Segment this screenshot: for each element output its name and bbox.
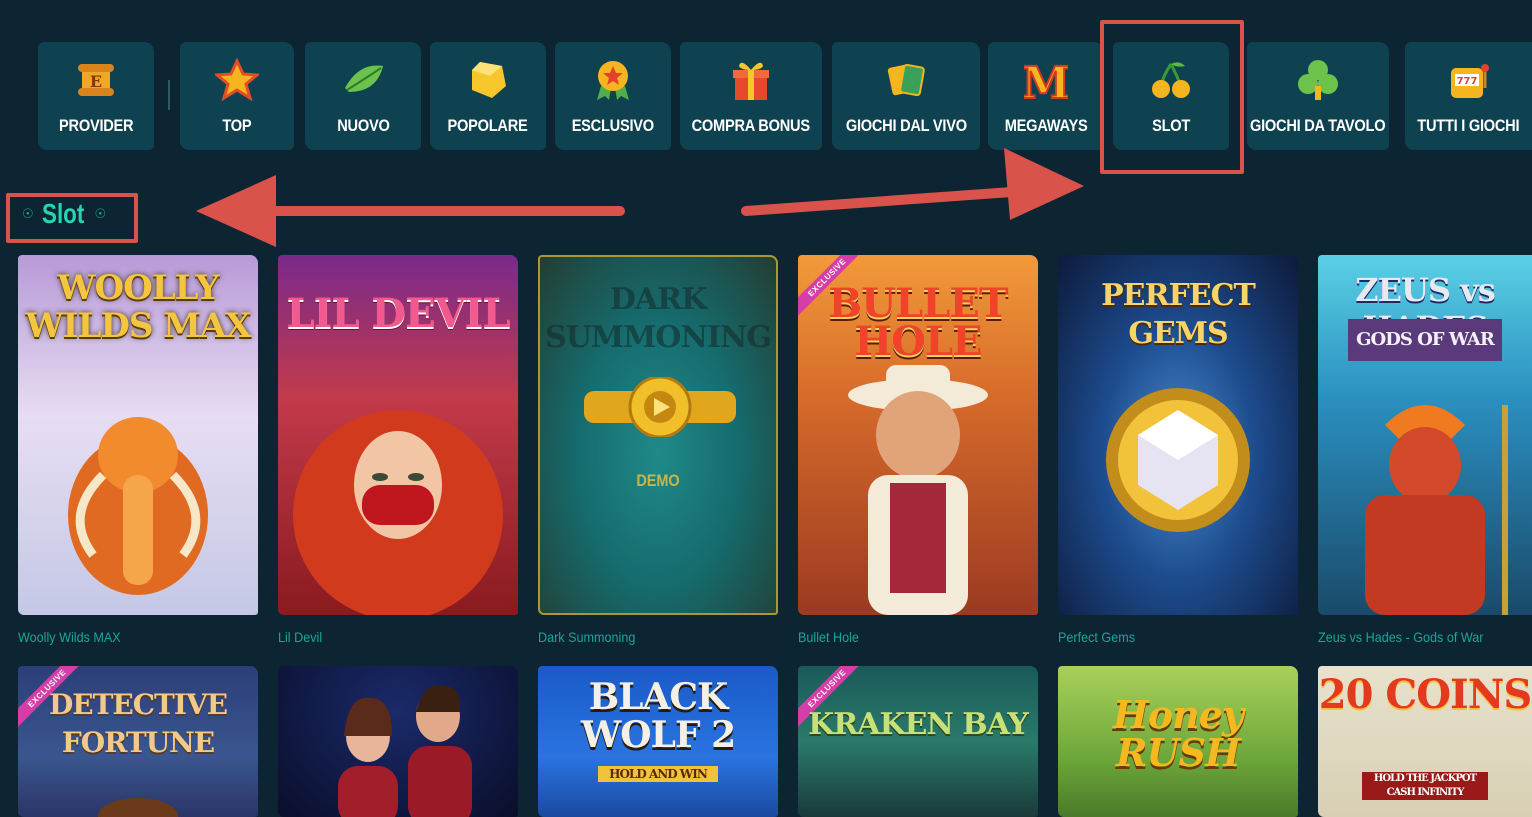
game-logo: BULLET HOLE bbox=[828, 280, 1008, 365]
tab-label: GIOCHI DAL VIVO bbox=[845, 116, 967, 135]
svg-text:777: 777 bbox=[1456, 76, 1477, 87]
tab-giochi-da-tavolo[interactable]: GIOCHI DA TAVOLO bbox=[1247, 42, 1389, 150]
play-demo-icon[interactable] bbox=[584, 377, 736, 437]
game-logo: 20 COINS bbox=[1318, 671, 1532, 718]
game-thumbnail[interactable]: DARK SUMMONING DEMO bbox=[538, 255, 778, 615]
game-title[interactable]: Lil Devil bbox=[278, 629, 494, 645]
tab-popolare[interactable]: POPOLARE bbox=[430, 42, 546, 150]
tab-compra-bonus[interactable]: COMPRA BONUS bbox=[680, 42, 822, 150]
game-thumbnail[interactable]: WOOLLY WILDS MAX bbox=[18, 255, 258, 615]
star-icon bbox=[215, 58, 259, 102]
tab-label: TOP bbox=[222, 116, 252, 135]
tab-top[interactable]: TOP bbox=[180, 42, 294, 150]
tab-label: NUOVO bbox=[336, 116, 390, 135]
sheriff-illustration bbox=[848, 365, 988, 615]
svg-text:M: M bbox=[1024, 58, 1068, 102]
clover-icon bbox=[1296, 58, 1340, 102]
tab-label: PROVIDER bbox=[58, 116, 134, 135]
game-logo: Honey RUSH bbox=[1112, 692, 1244, 775]
game-title[interactable]: Bullet Hole bbox=[798, 629, 1014, 645]
game-card[interactable]: 20 COINS HOLD THE JACKPOT CASH INFINITY bbox=[1318, 666, 1532, 817]
game-card[interactable]: WOOLLY WILDS MAX Woolly Wilds MAX bbox=[18, 255, 258, 645]
section-title-text: Slot bbox=[41, 198, 84, 229]
category-tab-bar: E PROVIDER TOP NUOVO POPOLARE ESCLUSIVO … bbox=[0, 0, 1532, 170]
slot-tab-highlight bbox=[1100, 20, 1244, 174]
game-logo: WOOLLY WILDS MAX bbox=[25, 268, 251, 346]
game-title[interactable]: Perfect Gems bbox=[1058, 629, 1274, 645]
cards-icon bbox=[884, 58, 928, 102]
gift-icon bbox=[729, 58, 773, 102]
game-card[interactable]: BLACK WOLF 2 HOLD AND WIN bbox=[538, 666, 778, 817]
game-title[interactable]: Dark Summoning bbox=[538, 629, 754, 645]
scroll-icon: E bbox=[74, 58, 118, 102]
game-logo: KRAKEN BAY bbox=[808, 707, 1029, 742]
game-logo: BLACK WOLF 2 bbox=[580, 676, 736, 756]
devil-illustration bbox=[293, 410, 503, 615]
section-title: ☉ Slot ☉ bbox=[22, 198, 106, 230]
demo-button[interactable]: DEMO bbox=[558, 471, 759, 491]
game-thumbnail[interactable]: PERFECT GEMS bbox=[1058, 255, 1298, 615]
game-card[interactable]: ZEUS vs HADES GODS OF WAR Zeus vs Hades … bbox=[1318, 255, 1532, 645]
game-card[interactable]: EXCLUSIVE BULLET HOLE Bullet Hole bbox=[798, 255, 1038, 645]
game-card[interactable] bbox=[278, 666, 518, 817]
tab-esclusivo[interactable]: ESCLUSIVO bbox=[555, 42, 671, 150]
swirl-icon: ☉ bbox=[22, 206, 34, 221]
megaways-m-icon: M bbox=[1024, 58, 1068, 102]
game-card[interactable]: LIL DEVIL Lil Devil bbox=[278, 255, 518, 645]
live-dealers-illustration bbox=[338, 685, 472, 817]
tab-label: TUTTI I GIOCHI bbox=[1417, 116, 1520, 135]
game-logo: DARK SUMMONING bbox=[545, 282, 772, 355]
game-thumbnail[interactable]: EXCLUSIVE KRAKEN BAY bbox=[798, 666, 1038, 817]
gem-illustration bbox=[1106, 388, 1250, 532]
game-thumbnail[interactable]: 20 COINS HOLD THE JACKPOT CASH INFINITY bbox=[1318, 666, 1532, 817]
game-thumbnail[interactable]: LIL DEVIL bbox=[278, 255, 518, 615]
game-card[interactable]: EXCLUSIVE KRAKEN BAY bbox=[798, 666, 1038, 817]
game-title[interactable]: Woolly Wilds MAX bbox=[18, 629, 234, 645]
game-logo: LIL DEVIL bbox=[286, 290, 511, 337]
slot-machine-icon: 777 bbox=[1447, 58, 1491, 102]
tab-provider[interactable]: E PROVIDER bbox=[38, 42, 154, 150]
game-thumbnail[interactable]: EXCLUSIVE BULLET HOLE bbox=[798, 255, 1038, 615]
game-sublogo: GODS OF WAR bbox=[1348, 319, 1502, 361]
tab-nuovo[interactable]: NUOVO bbox=[305, 42, 421, 150]
tab-divider bbox=[168, 80, 170, 110]
game-thumbnail[interactable]: Honey RUSH bbox=[1058, 666, 1298, 817]
detective-hat-illustration bbox=[98, 798, 178, 817]
tab-megaways[interactable]: M MEGAWAYS bbox=[988, 42, 1104, 150]
tab-label: POPOLARE bbox=[447, 116, 528, 135]
game-sublogo: HOLD THE JACKPOT CASH INFINITY bbox=[1362, 772, 1488, 800]
game-sublogo: HOLD AND WIN bbox=[598, 766, 718, 782]
casino-lobby: E PROVIDER TOP NUOVO POPOLARE ESCLUSIVO … bbox=[0, 0, 1532, 817]
tab-giochi-dal-vivo[interactable]: GIOCHI DAL VIVO bbox=[832, 42, 980, 150]
gem-icon bbox=[466, 58, 510, 102]
game-logo: DETECTIVE FORTUNE bbox=[48, 688, 228, 759]
game-thumbnail[interactable]: ZEUS vs HADES GODS OF WAR bbox=[1318, 255, 1532, 615]
game-card[interactable]: EXCLUSIVE DETECTIVE FORTUNE bbox=[18, 666, 258, 817]
tab-label: MEGAWAYS bbox=[1004, 116, 1088, 135]
game-card[interactable]: PERFECT GEMS Perfect Gems bbox=[1058, 255, 1298, 645]
svg-text:E: E bbox=[90, 72, 102, 91]
game-thumbnail[interactable]: BLACK WOLF 2 HOLD AND WIN bbox=[538, 666, 778, 817]
tab-tutti-i-giochi[interactable]: 777 TUTTI I GIOCHI bbox=[1405, 42, 1532, 150]
medal-icon bbox=[591, 58, 635, 102]
game-title[interactable]: Zeus vs Hades - Gods of War bbox=[1318, 629, 1511, 645]
tab-label: ESCLUSIVO bbox=[571, 116, 655, 135]
game-logo: PERFECT GEMS bbox=[1101, 278, 1256, 351]
game-card[interactable]: DARK SUMMONING DEMO Dark Summoning bbox=[538, 255, 778, 645]
hades-illustration bbox=[1365, 405, 1508, 615]
game-thumbnail[interactable]: EXCLUSIVE DETECTIVE FORTUNE bbox=[18, 666, 258, 817]
swirl-icon: ☉ bbox=[94, 206, 107, 221]
mammoth-illustration bbox=[68, 417, 208, 595]
tab-label: GIOCHI DA TAVOLO bbox=[1250, 116, 1386, 135]
leaf-icon bbox=[341, 58, 385, 102]
game-thumbnail[interactable] bbox=[278, 666, 518, 817]
tab-label: COMPRA BONUS bbox=[691, 116, 811, 135]
game-card[interactable]: Honey RUSH bbox=[1058, 666, 1298, 817]
